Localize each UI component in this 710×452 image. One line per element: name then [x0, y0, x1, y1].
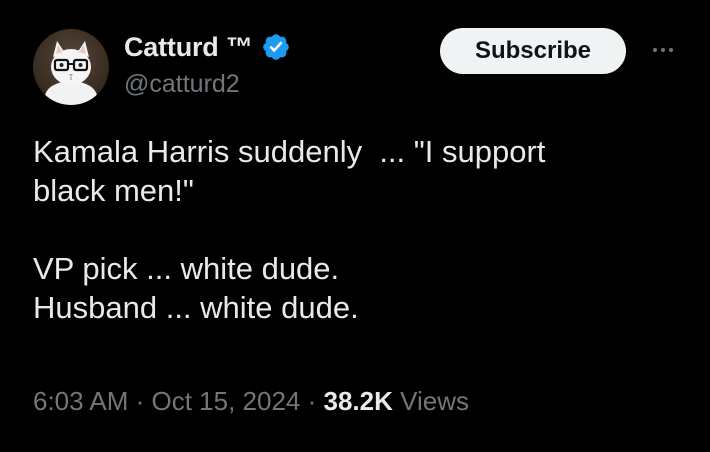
- dot: [661, 48, 665, 52]
- dot: [653, 48, 657, 52]
- author-handle[interactable]: @catturd2: [124, 70, 240, 99]
- views-count[interactable]: 38.2K: [324, 386, 393, 416]
- tweet-card: Catturd ™ @catturd2 Subscribe Kamala Har…: [0, 0, 710, 452]
- avatar[interactable]: [33, 29, 109, 105]
- tweet-meta: 6:03 AM · Oct 15, 2024 · 38.2K Views: [33, 386, 469, 417]
- verified-badge-icon[interactable]: [261, 32, 291, 62]
- meta-separator: ·: [300, 386, 324, 416]
- tweet-text-line: VP pick ... white dude.: [33, 251, 340, 286]
- views-label: Views: [392, 386, 470, 416]
- tweet-date[interactable]: Oct 15, 2024: [152, 386, 301, 416]
- tweet-text-line: Kamala Harris suddenly ... "I support: [33, 134, 546, 169]
- meta-separator: ·: [128, 386, 152, 416]
- tweet-text-line: black men!": [33, 173, 194, 208]
- cat-avatar-icon: [45, 41, 97, 105]
- tweet-text-line: Husband ... white dude.: [33, 290, 359, 325]
- author-name-row: Catturd ™: [124, 30, 291, 64]
- more-options-icon[interactable]: [645, 40, 681, 60]
- tweet-time[interactable]: 6:03 AM: [33, 386, 128, 416]
- subscribe-button[interactable]: Subscribe: [440, 28, 626, 74]
- display-name[interactable]: Catturd ™: [124, 32, 253, 63]
- dot: [669, 48, 673, 52]
- tweet-text: Kamala Harris suddenly ... "I support bl…: [33, 132, 683, 327]
